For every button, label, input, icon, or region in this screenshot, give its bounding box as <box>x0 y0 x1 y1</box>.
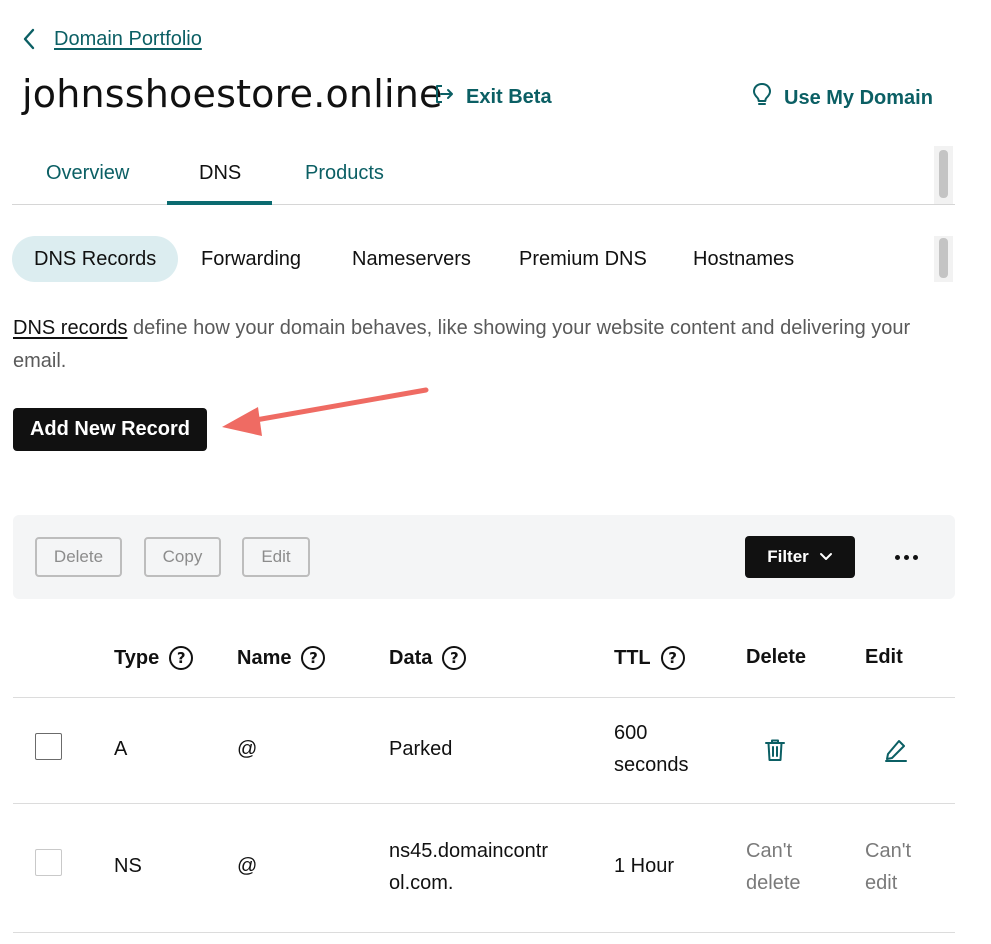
add-new-record-button[interactable]: Add New Record <box>13 408 207 451</box>
dns-records-link[interactable]: DNS records <box>13 317 127 339</box>
subtab-nameservers[interactable]: Nameservers <box>352 236 471 282</box>
column-header-name[interactable]: Name ? <box>237 646 326 670</box>
column-header-edit-label: Edit <box>865 646 903 668</box>
row-checkbox[interactable] <box>35 733 62 760</box>
record-type: A <box>114 738 128 760</box>
tabs-scrollbar[interactable] <box>939 150 948 198</box>
row-divider <box>13 697 955 698</box>
domain-portfolio-link[interactable]: Domain Portfolio <box>54 28 202 51</box>
breadcrumb[interactable]: Domain Portfolio <box>18 26 202 52</box>
row-checkbox[interactable] <box>35 849 62 876</box>
page-title: johnsshoestore.online <box>22 72 443 116</box>
column-header-delete: Delete <box>746 646 806 669</box>
delete-button[interactable]: Delete <box>35 537 122 577</box>
column-header-edit: Edit <box>865 646 903 669</box>
help-icon[interactable]: ? <box>169 646 194 670</box>
row-divider <box>13 932 955 933</box>
annotation-arrow-icon <box>222 387 429 436</box>
record-data: ns45.domaincontr ol.com. <box>389 835 548 899</box>
row-divider <box>13 803 955 804</box>
help-icon[interactable]: ? <box>660 646 685 670</box>
lightbulb-icon <box>750 82 774 114</box>
subtab-forwarding[interactable]: Forwarding <box>201 236 301 282</box>
use-my-domain-label: Use My Domain <box>784 86 933 109</box>
main-tabs: Overview DNS Products <box>12 146 955 205</box>
trash-icon[interactable] <box>764 738 786 767</box>
record-data-line: ol.com. <box>389 872 454 894</box>
column-header-name-label: Name <box>237 646 292 669</box>
subtab-hostnames[interactable]: Hostnames <box>693 236 794 282</box>
column-header-data-label: Data <box>389 646 433 669</box>
record-ttl-value: 600 <box>614 722 648 744</box>
exit-icon <box>432 82 456 112</box>
column-header-type[interactable]: Type ? <box>114 646 194 670</box>
help-icon[interactable]: ? <box>301 646 326 670</box>
pencil-icon[interactable] <box>884 738 908 767</box>
record-data: Parked <box>389 738 453 760</box>
cant-edit-line: Can't <box>865 840 912 862</box>
use-my-domain-button[interactable]: Use My Domain <box>750 82 933 114</box>
record-type: NS <box>114 855 142 877</box>
cant-delete-line: Can't <box>746 840 793 862</box>
cant-edit-line: edit <box>865 872 898 894</box>
chevron-down-icon <box>819 547 833 567</box>
copy-button[interactable]: Copy <box>144 537 221 577</box>
column-header-ttl-label: TTL <box>614 646 651 669</box>
tab-dns[interactable]: DNS <box>199 162 241 185</box>
subtabs-scrollbar[interactable] <box>939 238 948 278</box>
dns-description-text: define how your domain behaves, like sho… <box>13 317 911 372</box>
record-name: @ <box>237 738 258 760</box>
record-ttl: 1 Hour <box>614 855 675 877</box>
help-icon[interactable]: ? <box>442 646 467 670</box>
active-tab-indicator <box>167 201 272 205</box>
record-name: @ <box>237 855 258 877</box>
cant-delete-text: Can't delete <box>746 835 801 899</box>
column-header-delete-label: Delete <box>746 646 807 668</box>
record-ttl: 600 seconds <box>614 717 689 781</box>
chevron-left-icon[interactable] <box>18 26 40 52</box>
exit-beta-label: Exit Beta <box>466 85 552 108</box>
exit-beta-button[interactable]: Exit Beta <box>432 82 552 112</box>
subtab-premium-dns[interactable]: Premium DNS <box>519 236 647 282</box>
tab-overview[interactable]: Overview <box>46 162 129 185</box>
filter-button[interactable]: Filter <box>745 536 855 578</box>
more-options-icon[interactable] <box>891 545 921 569</box>
records-toolbar: Delete Copy Edit Filter <box>13 515 955 599</box>
tab-products[interactable]: Products <box>305 162 384 185</box>
subtab-dns-records[interactable]: DNS Records <box>12 236 179 282</box>
column-header-data[interactable]: Data ? <box>389 646 467 670</box>
column-header-type-label: Type <box>114 646 160 669</box>
cant-edit-text: Can't edit <box>865 835 911 899</box>
column-header-ttl[interactable]: TTL ? <box>614 646 685 670</box>
edit-button[interactable]: Edit <box>242 537 310 577</box>
cant-delete-line: delete <box>746 872 801 894</box>
record-ttl-unit: seconds <box>614 754 689 776</box>
dns-description: DNS records define how your domain behav… <box>13 312 943 378</box>
record-data-line: ns45.domaincontr <box>389 840 548 862</box>
filter-label: Filter <box>767 547 809 566</box>
